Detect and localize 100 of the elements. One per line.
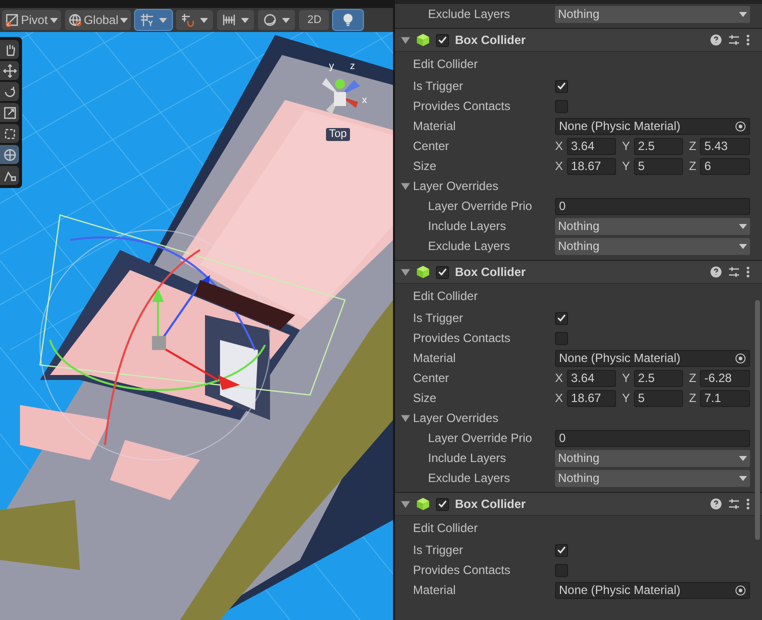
gizmo-label: y — [329, 62, 334, 72]
toolbar-split-button[interactable] — [217, 10, 254, 30]
scrollbar[interactable] — [755, 300, 760, 540]
shading-sphere-icon — [263, 13, 278, 27]
axis-label: Y — [622, 138, 630, 155]
tool-button[interactable] — [0, 124, 19, 143]
help-icon[interactable] — [710, 498, 722, 510]
input-field[interactable]: 2.5 — [634, 370, 683, 386]
field-label: Center — [413, 370, 450, 387]
scale-icon — [2, 106, 16, 120]
input-field[interactable]: 3.64 — [567, 138, 616, 154]
toolbar-split-button[interactable] — [258, 10, 296, 30]
more-icon[interactable] — [746, 34, 750, 46]
component-header[interactable]: Box Collider — [395, 493, 762, 516]
tool-button[interactable] — [0, 145, 19, 164]
enabled-checkbox[interactable] — [436, 34, 449, 46]
checkbox[interactable] — [555, 544, 568, 556]
component-header[interactable]: Box Collider — [395, 261, 762, 284]
field-label: Is Trigger — [413, 310, 464, 327]
foldout-arrow-icon[interactable] — [401, 268, 410, 276]
dropdown[interactable]: Nothing — [555, 450, 750, 466]
checkbox[interactable] — [555, 312, 568, 324]
dropdown[interactable]: Nothing — [555, 218, 750, 234]
edit-collider-button[interactable]: Edit Collider — [413, 519, 478, 537]
check-icon — [557, 314, 566, 322]
edit-collider-button[interactable]: Edit Collider — [413, 55, 478, 73]
gizmo-label: x — [362, 96, 367, 106]
input-field[interactable]: 5 — [634, 390, 683, 406]
grid-snap-icon — [140, 13, 154, 27]
toolbar-split-button[interactable] — [176, 10, 214, 30]
caret-icon — [159, 18, 168, 22]
field-label: Is Trigger — [413, 542, 464, 559]
foldout-arrow-icon[interactable] — [401, 500, 410, 508]
view-mode-label: Top — [326, 128, 350, 141]
tool-button[interactable] — [0, 82, 19, 101]
more-icon[interactable] — [746, 498, 750, 510]
target-icon[interactable] — [735, 120, 746, 132]
caret-icon — [739, 456, 747, 460]
toolbar-button[interactable] — [333, 10, 364, 30]
caret-icon — [739, 224, 747, 228]
input-field[interactable]: 2.5 — [634, 138, 683, 154]
enabled-checkbox[interactable] — [436, 498, 449, 510]
target-icon[interactable] — [735, 584, 746, 596]
field-label: Provides Contacts — [413, 562, 512, 579]
object-field[interactable]: None (Physic Material) — [555, 118, 750, 134]
help-icon[interactable] — [710, 266, 722, 278]
input-field[interactable]: 6 — [700, 158, 750, 174]
caret-icon — [739, 12, 747, 16]
foldout-arrow-icon[interactable] — [401, 36, 410, 44]
input-field[interactable]: 0 — [555, 430, 750, 446]
checkbox[interactable] — [555, 80, 568, 92]
tool-button[interactable] — [0, 166, 19, 185]
check-icon — [557, 546, 566, 554]
input-field[interactable]: -6.28 — [700, 370, 750, 386]
caret-icon — [200, 18, 208, 22]
checkbox[interactable] — [555, 564, 568, 576]
input-field[interactable]: 5 — [634, 158, 683, 174]
checkbox[interactable] — [555, 332, 568, 344]
axis-label: Z — [689, 158, 696, 175]
dropdown[interactable]: Nothing — [555, 470, 750, 486]
check-icon — [438, 268, 447, 276]
foldout-arrow-icon[interactable] — [401, 414, 410, 422]
tool-button[interactable] — [0, 40, 19, 59]
input-field[interactable]: 18.67 — [567, 390, 616, 406]
input-field[interactable]: 3.64 — [567, 370, 616, 386]
toolbar-split-button[interactable] — [135, 10, 172, 30]
more-icon[interactable] — [746, 266, 750, 278]
field-label: Include Layers — [427, 218, 508, 235]
object-field[interactable]: None (Physic Material) — [555, 350, 750, 366]
help-icon[interactable] — [710, 34, 722, 46]
toolbar-dropdown[interactable]: Pivot — [2, 10, 61, 30]
foldout-label[interactable]: Layer Overrides — [413, 409, 498, 427]
sliders-icon[interactable] — [728, 266, 740, 278]
dropdown[interactable]: Nothing — [555, 6, 750, 22]
foldout-arrow-icon[interactable] — [401, 182, 410, 190]
input-field[interactable]: 7.1 — [700, 390, 750, 406]
toolbar-dropdown[interactable]: Global — [64, 10, 132, 30]
toolbar-button[interactable]: 2D — [299, 10, 330, 30]
cube-icon — [416, 265, 430, 279]
axis-label: X — [555, 138, 564, 155]
field-label: Size — [413, 158, 438, 175]
input-field[interactable]: 18.67 — [567, 158, 616, 174]
enabled-checkbox[interactable] — [436, 266, 449, 278]
input-field[interactable]: 0 — [555, 198, 750, 214]
checkbox[interactable] — [555, 100, 568, 112]
foldout-label[interactable]: Layer Overrides — [413, 177, 498, 195]
sliders-icon[interactable] — [728, 34, 740, 46]
target-icon[interactable] — [735, 352, 746, 364]
field-label: Material — [413, 350, 457, 367]
field-label: Layer Override Prio — [427, 198, 534, 215]
grid-lines-icon — [222, 13, 236, 27]
component-header[interactable]: Box Collider — [395, 29, 762, 52]
tool-button[interactable] — [0, 61, 19, 80]
input-field[interactable]: 5.43 — [700, 138, 750, 154]
cube-icon — [416, 497, 430, 511]
tool-button[interactable] — [0, 103, 19, 122]
edit-collider-button[interactable]: Edit Collider — [413, 287, 478, 305]
sliders-icon[interactable] — [728, 498, 740, 510]
object-field[interactable]: None (Physic Material) — [555, 582, 750, 598]
dropdown[interactable]: Nothing — [555, 238, 750, 254]
